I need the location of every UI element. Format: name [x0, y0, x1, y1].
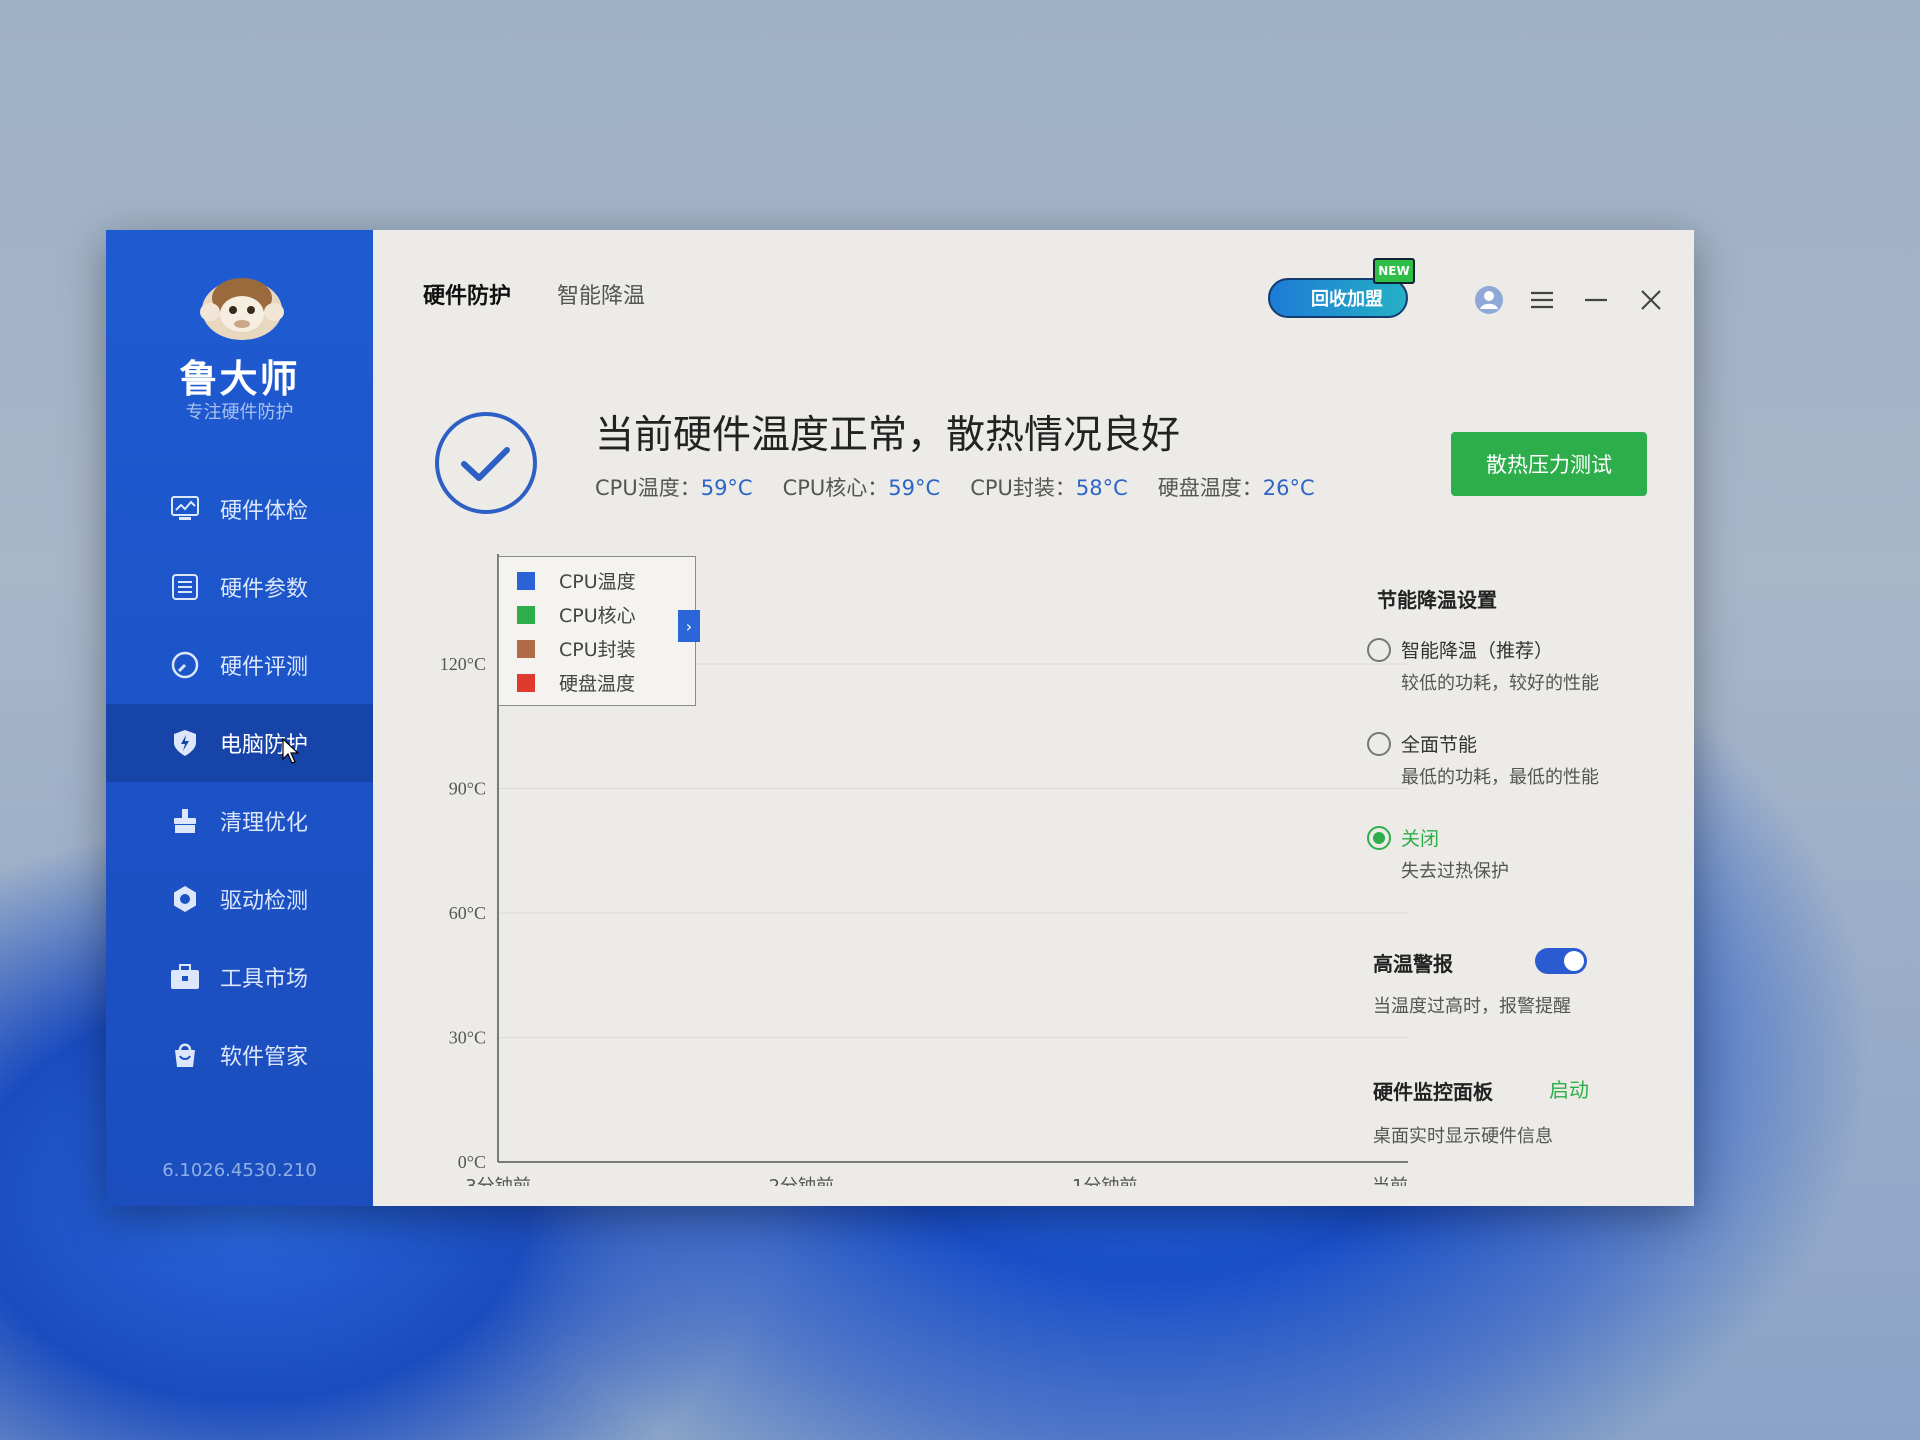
sidebar-item-cleanup[interactable]: 清理优化: [106, 782, 373, 860]
stress-test-button[interactable]: 散热压力测试: [1451, 432, 1647, 496]
sidebar-item-software-manager[interactable]: 软件管家: [106, 1016, 373, 1094]
legend-swatch: [517, 639, 535, 658]
toolbox-icon: [170, 962, 200, 992]
stat-cpu-core: CPU核心：59°C: [782, 476, 941, 500]
sidebar-item-hardware-params[interactable]: 硬件参数: [106, 548, 373, 626]
sidebar-item-tool-market[interactable]: 工具市场: [106, 938, 373, 1016]
monitor-launch-link[interactable]: 启动: [1549, 1074, 1589, 1103]
user-avatar-icon[interactable]: [1473, 284, 1505, 316]
bag-icon: [170, 1040, 200, 1070]
x-tick-label: 1分钟前: [1072, 1176, 1137, 1186]
shield-bolt-icon: [170, 728, 200, 758]
y-tick-label: 90°C: [449, 779, 486, 799]
sidebar-item-pc-protection[interactable]: 电脑防护: [106, 704, 373, 782]
radio-smart-cooling[interactable]: 智能降温（推荐） 较低的功耗，较好的性能: [1367, 636, 1599, 695]
power-settings-title: 节能降温设置: [1377, 588, 1497, 612]
radio-off[interactable]: 关闭 失去过热保护: [1367, 824, 1509, 883]
sidebar-item-label: 硬件体检: [220, 499, 309, 524]
radio-button-selected[interactable]: [1367, 826, 1391, 850]
monitor-chart-icon: [170, 494, 200, 524]
new-badge: NEW: [1373, 258, 1415, 284]
legend-swatch: [517, 571, 535, 590]
sidebar-item-label: 硬件评测: [220, 655, 309, 680]
legend-swatch: [517, 673, 535, 692]
recycle-label: 回收加盟: [1311, 289, 1383, 310]
x-tick-label: 当前: [1372, 1176, 1408, 1186]
radio-full-saving[interactable]: 全面节能 最低的功耗，最低的性能: [1367, 730, 1599, 789]
minimize-icon[interactable]: [1580, 284, 1612, 316]
brand-name: 鲁大师: [179, 357, 300, 401]
temperature-stats: CPU温度：59°C CPU核心：59°C CPU封装：58°C 硬盘温度：26…: [595, 472, 1315, 502]
menu-icon[interactable]: [1526, 284, 1558, 316]
top-tabs: 硬件防护 智能降温: [423, 278, 645, 310]
y-tick-label: 60°C: [449, 903, 486, 923]
x-tick-label: 3分钟前: [465, 1176, 530, 1186]
legend-item: 硬盘温度: [517, 669, 635, 696]
sidebar-item-label: 工具市场: [220, 967, 309, 992]
y-tick-label: 120°C: [440, 654, 486, 674]
monitor-panel-title: 硬件监控面板: [1373, 1080, 1493, 1104]
legend-item: CPU核心: [517, 601, 636, 628]
gear-ring-icon: [170, 884, 200, 914]
status-title: 当前硬件温度正常，散热情况良好: [595, 413, 1181, 458]
sidebar-item-label: 驱动检测: [220, 889, 309, 914]
sidebar-item-hardware-benchmark[interactable]: 硬件评测: [106, 626, 373, 704]
sidebar-item-label: 硬件参数: [220, 577, 309, 602]
tab-hardware-protection[interactable]: 硬件防护: [423, 278, 511, 310]
tab-smart-cooling[interactable]: 智能降温: [557, 278, 645, 310]
mouse-cursor-icon: [282, 738, 300, 764]
stat-disk-temp: 硬盘温度：26°C: [1157, 476, 1315, 500]
app-window: 鲁大师 专注硬件防护 硬件体检 硬件参数 硬件评测 电脑防护 清理优化 驱动检测…: [106, 230, 1694, 1206]
sidebar: 鲁大师 专注硬件防护 硬件体检 硬件参数 硬件评测 电脑防护 清理优化 驱动检测…: [106, 230, 373, 1206]
monitor-panel-desc: 桌面实时显示硬件信息: [1373, 1126, 1553, 1147]
alarm-desc: 当温度过高时，报警提醒: [1373, 996, 1571, 1017]
x-tick-label: 2分钟前: [769, 1176, 834, 1186]
recycle-join-button[interactable]: 回收加盟: [1268, 278, 1408, 318]
chart-legend: CPU温度 CPU核心 CPU封装 硬盘温度: [498, 556, 696, 706]
mascot-logo-icon: [200, 278, 284, 340]
sidebar-item-driver-check[interactable]: 驱动检测: [106, 860, 373, 938]
main-panel: 硬件防护 智能降温 回收加盟 NEW 当前硬件温度正常，散热情况良好 CPU温度…: [373, 230, 1694, 1206]
radio-button[interactable]: [1367, 638, 1391, 662]
broom-icon: [170, 806, 200, 836]
radio-button[interactable]: [1367, 732, 1391, 756]
stat-cpu-package: CPU封装：58°C: [970, 476, 1128, 500]
sidebar-nav: 硬件体检 硬件参数 硬件评测 电脑防护 清理优化 驱动检测 工具市场 软件管家: [106, 470, 373, 1094]
y-tick-label: 30°C: [449, 1028, 486, 1048]
stat-cpu-temp: CPU温度：59°C: [595, 476, 753, 500]
alarm-title: 高温警报: [1373, 952, 1453, 976]
legend-swatch: [517, 605, 535, 624]
sidebar-item-hardware-check[interactable]: 硬件体检: [106, 470, 373, 548]
version-label: 6.1026.4530.210: [162, 1160, 317, 1181]
legend-item: CPU温度: [517, 567, 636, 594]
speedometer-icon: [170, 650, 200, 680]
close-icon[interactable]: [1635, 284, 1667, 316]
brand-tagline: 专注硬件防护: [185, 402, 294, 423]
sidebar-item-label: 软件管家: [220, 1045, 309, 1070]
legend-collapse-button[interactable]: ›: [678, 610, 700, 642]
alarm-toggle[interactable]: [1535, 948, 1587, 974]
y-tick-label: 0°C: [458, 1152, 486, 1172]
sidebar-item-label: 清理优化: [220, 811, 309, 836]
legend-item: CPU封装: [517, 635, 636, 662]
sliders-list-icon: [170, 572, 200, 602]
check-circle-icon: [435, 412, 537, 514]
